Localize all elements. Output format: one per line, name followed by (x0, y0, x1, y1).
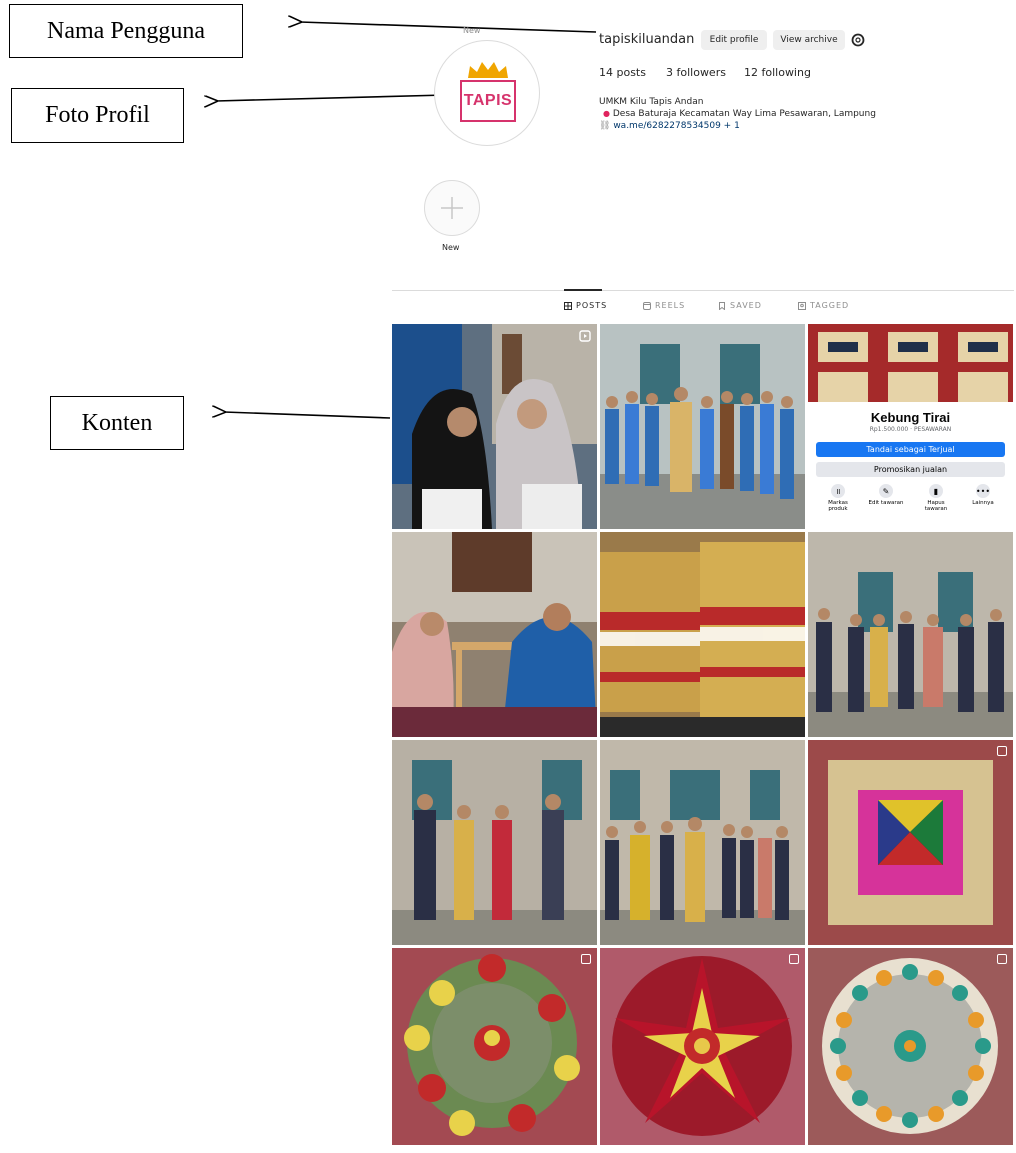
gear-icon[interactable] (850, 32, 866, 48)
action-edit-listing[interactable]: ✎ Edit tawaran (866, 484, 906, 506)
tab-active-indicator (564, 289, 602, 291)
post-image-6 (808, 532, 1013, 737)
multi-post-icon (581, 954, 591, 964)
view-archive-button[interactable]: View archive (773, 30, 845, 50)
post-tile-12[interactable] (808, 948, 1013, 1153)
posts-count: 14 posts (599, 66, 646, 79)
bio-location: Desa Baturaja Kecamatan Way Lima Pesawar… (612, 109, 876, 119)
action-delete-listing-label: Hapus tawaran (924, 500, 948, 513)
post-tile-11[interactable] (600, 948, 805, 1153)
post-tile-6[interactable] (808, 532, 1013, 737)
post-image-10 (392, 948, 597, 1145)
marketplace-panel: Kebung Tirai Rp1.500.000 · PESAWARAN Tan… (808, 402, 1013, 529)
annotation-username-text: Nama Pengguna (47, 17, 205, 44)
action-delete-listing[interactable]: ▮ Hapus tawaran (916, 484, 956, 512)
profile-avatar[interactable]: TAPIS (434, 40, 540, 146)
post-image-12 (808, 948, 1013, 1145)
tab-saved-label: SAVED (730, 301, 762, 310)
post-image-11 (600, 948, 805, 1145)
link-icon: ⛓ (599, 121, 611, 131)
bio-link-row[interactable]: ⛓ wa.me/6282278534509 + 1 (599, 121, 740, 131)
post-tile-9[interactable] (808, 740, 1013, 945)
bio-link[interactable]: wa.me/6282278534509 + 1 (613, 121, 740, 131)
tab-tagged[interactable]: TAGGED (798, 301, 849, 310)
multi-post-icon (789, 954, 799, 964)
post-image-5 (600, 532, 805, 737)
post-tile-4[interactable] (392, 532, 597, 737)
tab-reels-label: REELS (655, 301, 686, 310)
grid-icon (564, 301, 572, 310)
post-tile-8[interactable] (600, 740, 805, 945)
action-mark-product-label: Markas produk (828, 500, 848, 513)
post-tile-1[interactable] (392, 324, 597, 529)
action-edit-listing-label: Edit tawaran (868, 500, 904, 506)
arrow-username (300, 22, 597, 33)
arrow-content (224, 412, 391, 419)
tab-tagged-label: TAGGED (810, 301, 850, 310)
pencil-icon: ✎ (879, 484, 893, 498)
trash-icon: ▮ (929, 484, 943, 498)
tab-saved[interactable]: SAVED (718, 301, 762, 310)
post-image-3 (808, 324, 1013, 404)
post-image-1 (392, 324, 597, 529)
post-tile-10[interactable] (392, 948, 597, 1153)
tab-reels[interactable]: REELS (643, 301, 685, 310)
listing-price: Rp1.500.000 · PESAWARAN (869, 426, 952, 433)
reel-icon (579, 330, 591, 342)
following-count[interactable]: 12 following (744, 66, 811, 79)
tab-posts-label: POSTS (576, 301, 608, 310)
mark-sold-button[interactable]: Tandai sebagai Terjual (816, 442, 1005, 457)
post-tile-2[interactable] (600, 324, 805, 529)
post-image-7 (392, 740, 597, 945)
post-tile-3[interactable]: Kebung Tirai Rp1.500.000 · PESAWARAN Tan… (808, 324, 1013, 529)
post-image-4 (392, 532, 597, 737)
bookmark-icon (719, 301, 725, 310)
reels-icon (643, 301, 651, 310)
tag-icon (798, 301, 806, 310)
tab-posts[interactable]: POSTS (564, 301, 607, 310)
avatar-new-caption: New (463, 26, 481, 35)
bio-location-row: ● Desa Baturaja Kecamatan Way Lima Pesaw… (603, 109, 876, 119)
profile-username: tapiskiluandan (599, 32, 695, 47)
tabs-divider (392, 290, 1014, 291)
logo-text: TAPIS (463, 92, 513, 109)
post-tile-7[interactable] (392, 740, 597, 945)
post-image-9 (808, 740, 1013, 945)
listing-title: Kebung Tirai (870, 410, 951, 425)
annotation-content: Konten (50, 396, 184, 450)
pause-icon: ॥ (831, 484, 845, 498)
action-more-label: Lainnya (972, 500, 994, 506)
post-image-8 (600, 740, 805, 945)
action-mark-product[interactable]: ॥ Markas produk (818, 484, 858, 512)
annotation-photo: Foto Profil (11, 88, 184, 143)
multi-post-icon (997, 954, 1007, 964)
post-image-2 (600, 324, 805, 529)
promote-listing-button[interactable]: Promosikan jualan (816, 462, 1005, 477)
profile-logo: TAPIS (460, 80, 516, 122)
pin-icon: ● (603, 109, 610, 118)
plus-icon (441, 197, 463, 219)
action-more[interactable]: ••• Lainnya (963, 484, 1003, 506)
annotation-photo-text: Foto Profil (45, 102, 150, 128)
more-icon: ••• (976, 484, 990, 498)
annotation-username: Nama Pengguna (9, 4, 243, 58)
new-highlight-button[interactable] (424, 180, 480, 236)
followers-count[interactable]: 3 followers (666, 66, 726, 79)
arrow-photo (216, 94, 447, 101)
new-highlight-caption: New (442, 243, 460, 252)
edit-profile-button[interactable]: Edit profile (701, 30, 767, 50)
bio-name: UMKM Kilu Tapis Andan (599, 97, 704, 107)
annotation-content-text: Konten (81, 409, 153, 436)
crown-icon (468, 62, 508, 78)
post-tile-5[interactable] (600, 532, 805, 737)
multi-post-icon (997, 746, 1007, 756)
